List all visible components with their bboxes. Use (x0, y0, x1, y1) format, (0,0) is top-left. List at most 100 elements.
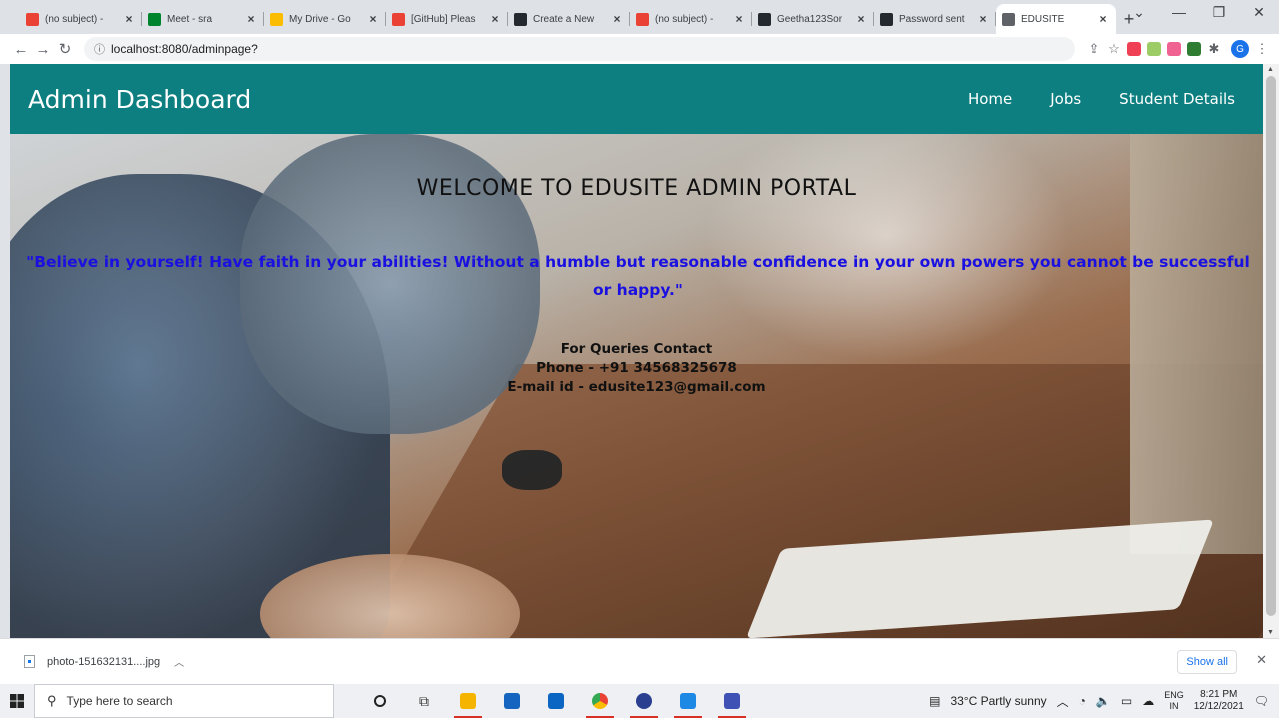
language-indicator[interactable]: ENG IN (1164, 690, 1184, 712)
hero-background-image: WELCOME TO EDUSITE ADMIN PORTAL "Believe… (10, 134, 1263, 638)
address-bar[interactable]: ⓘ localhost:8080/adminpage? (84, 37, 1075, 61)
share-icon[interactable]: ⇪ (1087, 42, 1101, 56)
browser-tab[interactable]: Geetha123Sor × (752, 4, 874, 34)
nav-links: Home Jobs Student Details (968, 90, 1245, 108)
store-icon[interactable] (494, 684, 530, 718)
browser-tab[interactable]: Password sent × (874, 4, 996, 34)
close-window-button[interactable]: ✕ (1239, 4, 1279, 21)
system-tray: ▤ 33°C Partly sunny ︿ ◔ 🔈 ▭ ☁ ENG IN 8:2… (929, 684, 1279, 718)
file-explorer-icon[interactable] (450, 684, 486, 718)
browser-tab[interactable]: EDUSITE × (996, 4, 1116, 34)
scroll-down-icon[interactable]: ▼ (1267, 629, 1274, 636)
show-all-button[interactable]: Show all (1177, 650, 1237, 674)
close-download-bar-icon[interactable]: ✕ (1256, 652, 1267, 668)
chrome-icon[interactable] (582, 684, 618, 718)
profile-avatar[interactable]: G (1231, 40, 1249, 58)
browser-tab-strip: (no subject) - × Meet - sra × My Drive - Go ×… (0, 0, 1279, 34)
menu-kebab-icon[interactable]: ⋮ (1255, 42, 1269, 56)
extension-chart-icon[interactable] (1147, 42, 1161, 56)
gmail-icon (392, 12, 405, 26)
scroll-up-icon[interactable]: ▲ (1267, 66, 1274, 73)
taskbar-apps: ⧉ (362, 684, 750, 718)
taskbar-search-placeholder: Type here to search (66, 694, 173, 708)
download-item[interactable]: photo-151632131....jpg ︿ (24, 654, 184, 669)
close-tab-icon[interactable]: × (610, 12, 624, 26)
brand-title[interactable]: Admin Dashboard (28, 85, 251, 114)
close-tab-icon[interactable]: × (976, 12, 990, 26)
forward-icon[interactable]: → (32, 41, 54, 58)
vscode-icon[interactable] (714, 684, 750, 718)
task-view-icon[interactable]: ⧉ (406, 684, 442, 718)
taskbar-search-box[interactable]: ⚲ Type here to search (34, 684, 334, 718)
nav-link-student-details[interactable]: Student Details (1119, 90, 1235, 108)
onedrive-icon[interactable]: ☁ (1142, 694, 1154, 708)
network-icon[interactable]: ◔ (1079, 694, 1086, 708)
browser-tab[interactable]: [GitHub] Pleas × (386, 4, 508, 34)
scrollbar-thumb[interactable] (1266, 76, 1276, 616)
tab-search-icon[interactable]: ⌄ (1119, 4, 1159, 21)
bookmark-star-icon[interactable]: ☆ (1107, 42, 1121, 56)
download-filename: photo-151632131....jpg (47, 655, 161, 668)
close-tab-icon[interactable]: × (366, 12, 380, 26)
cortana-icon[interactable] (362, 684, 398, 718)
contact-title: For Queries Contact (560, 341, 713, 357)
reload-icon[interactable]: ↻ (54, 40, 76, 58)
browser-tab[interactable]: (no subject) - × (20, 4, 142, 34)
taskbar-clock[interactable]: 8:21 PM 12/12/2021 (1194, 689, 1244, 713)
gmail-icon (26, 12, 39, 26)
nav-link-home[interactable]: Home (968, 90, 1012, 108)
extension-check-icon[interactable] (1187, 42, 1201, 56)
mail-app-icon[interactable] (538, 684, 574, 718)
back-icon[interactable]: ← (10, 41, 32, 58)
tray-chevron-up-icon[interactable]: ︿ (1057, 693, 1069, 710)
nav-link-jobs[interactable]: Jobs (1050, 90, 1081, 108)
drive-icon (270, 12, 283, 26)
app-icon[interactable] (626, 684, 662, 718)
maximize-button[interactable]: ❐ (1199, 4, 1239, 21)
news-weather-icon[interactable]: ▤ (929, 694, 940, 708)
browser-toolbar: ← → ↻ ⓘ localhost:8080/adminpage? ⇪ ☆ ✱ … (0, 34, 1279, 64)
close-tab-icon[interactable]: × (122, 12, 136, 26)
chevron-up-icon[interactable]: ︿ (174, 654, 184, 669)
tab-title: EDUSITE (1021, 13, 1065, 25)
close-tab-icon[interactable]: × (732, 12, 746, 26)
weather-text[interactable]: 33°C Partly sunny (950, 694, 1046, 708)
windows-start-icon[interactable] (0, 694, 34, 708)
battery-icon[interactable]: ▭ (1121, 694, 1132, 708)
browser-tab[interactable]: Create a New × (508, 4, 630, 34)
tab-title: Meet - sra (167, 13, 213, 25)
meet-icon (148, 12, 161, 26)
close-tab-icon[interactable]: × (1096, 12, 1110, 26)
notification-icon[interactable]: 🗨 (1254, 694, 1269, 708)
motivational-quote: "Believe in yourself! Have faith in your… (26, 253, 1250, 299)
volume-icon[interactable]: 🔈 (1096, 694, 1111, 708)
search-icon: ⚲ (47, 693, 57, 708)
windows-taskbar: ⚲ Type here to search ⧉ ▤ 33°C Partly su… (0, 684, 1279, 718)
close-tab-icon[interactable]: × (488, 12, 502, 26)
github-icon (880, 12, 893, 26)
minimize-button[interactable]: — (1159, 4, 1199, 21)
contact-block: For Queries Contact Phone - +91 34568325… (10, 340, 1263, 397)
browser-tab[interactable]: My Drive - Go × (264, 4, 386, 34)
extension-pocket-icon[interactable] (1127, 42, 1141, 56)
download-bar: photo-151632131....jpg ︿ Show all ✕ (0, 638, 1279, 684)
language-code: ENG (1164, 690, 1184, 700)
page-viewport: Admin Dashboard Home Jobs Student Detail… (10, 64, 1263, 638)
github-icon (514, 12, 527, 26)
site-info-icon[interactable]: ⓘ (94, 41, 105, 57)
gmail-icon (636, 12, 649, 26)
globe-icon (1002, 12, 1015, 26)
extension-mail-icon[interactable] (1167, 42, 1181, 56)
browser-tab[interactable]: (no subject) - × (630, 4, 752, 34)
hero-content: WELCOME TO EDUSITE ADMIN PORTAL "Believe… (10, 134, 1263, 638)
welcome-heading: WELCOME TO EDUSITE ADMIN PORTAL (416, 176, 857, 201)
page-scrollbar[interactable]: ▲ ▼ (1263, 64, 1279, 638)
photos-icon[interactable] (670, 684, 706, 718)
close-tab-icon[interactable]: × (244, 12, 258, 26)
tab-title: Create a New (533, 13, 595, 25)
browser-tab[interactable]: Meet - sra × (142, 4, 264, 34)
tab-title: (no subject) - (45, 13, 104, 25)
extensions-puzzle-icon[interactable]: ✱ (1207, 42, 1221, 56)
close-tab-icon[interactable]: × (854, 12, 868, 26)
tab-title: [GitHub] Pleas (411, 13, 476, 25)
